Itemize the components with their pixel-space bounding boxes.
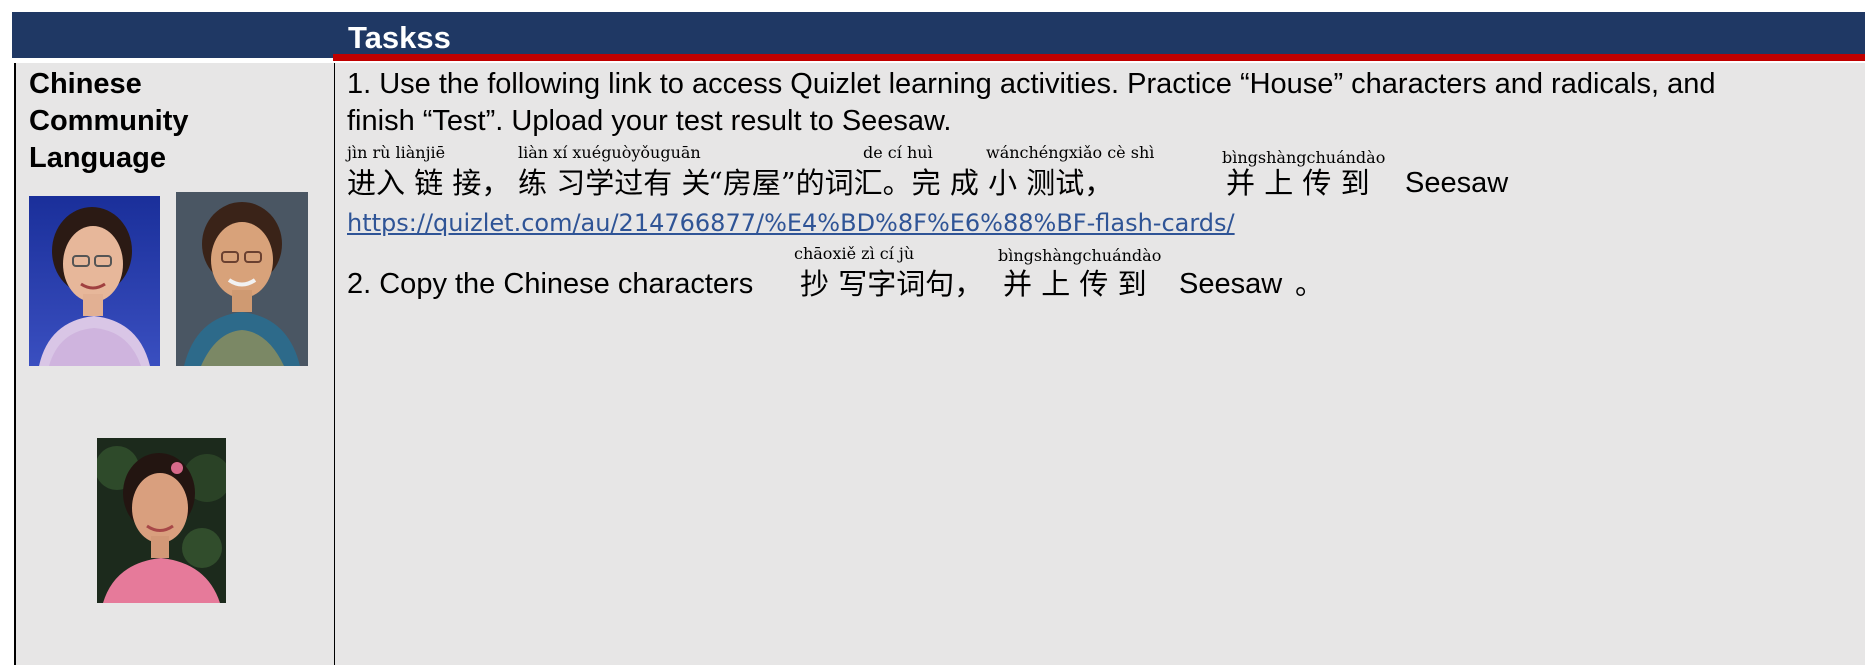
task-1-instruction: 1. Use the following link to access Quiz…: [347, 66, 1715, 140]
subject-line-1: Chinese: [29, 68, 142, 100]
header-bar: [12, 12, 1865, 58]
task-1-chinese-4: 并 上 传 到: [1226, 166, 1370, 200]
task-2-pinyin-1: chāoxiě zì cí jù: [794, 244, 915, 263]
subject-line-3: Language: [29, 142, 166, 174]
header-divider: [333, 54, 1865, 61]
task-1-chinese-1: 进入 链 接，: [347, 166, 511, 200]
subject-line-2: Community: [29, 105, 189, 137]
quizlet-link[interactable]: https://quizlet.com/au/214766877/%E4%BD%…: [347, 208, 1235, 238]
task-1-chinese-3: “房屋”的词汇。完 成 小 测试，: [708, 166, 1114, 200]
task-2-chinese-2: 并 上 传 到: [1003, 267, 1147, 301]
task-2-chinese-1: 抄 写字词句，: [800, 267, 984, 301]
task-2-prefix: 2. Copy the Chinese characters: [347, 268, 754, 300]
teacher-photo-2: [176, 192, 308, 366]
task-1-chinese-2: 练 习学过有 关: [518, 166, 711, 200]
task-1-pinyin-1: jìn rù liànjiē: [347, 143, 446, 162]
teacher-photo-3: [97, 438, 226, 603]
task-2-seesaw: Seesaw: [1179, 268, 1283, 300]
task-2-pinyin-2: bìngshàngchuándào: [998, 246, 1162, 265]
task-1-seesaw: Seesaw: [1405, 167, 1509, 199]
header-title: Taskss: [348, 20, 451, 55]
task-1-pinyin-4: wánchéngxiǎo cè shì: [986, 143, 1155, 162]
task-1-line-2: finish “Test”. Upload your test result t…: [347, 105, 952, 137]
task-1-pinyin-2: liàn xí xuéguòyǒuguān: [518, 143, 701, 162]
task-1-line-1: 1. Use the following link to access Quiz…: [347, 68, 1716, 100]
task-2-end: 。: [1295, 267, 1325, 301]
task-1-pinyin-3: de cí huì: [863, 143, 933, 162]
teacher-photo-1: [29, 196, 160, 366]
subject-title: Chinese Community Language: [29, 66, 189, 177]
